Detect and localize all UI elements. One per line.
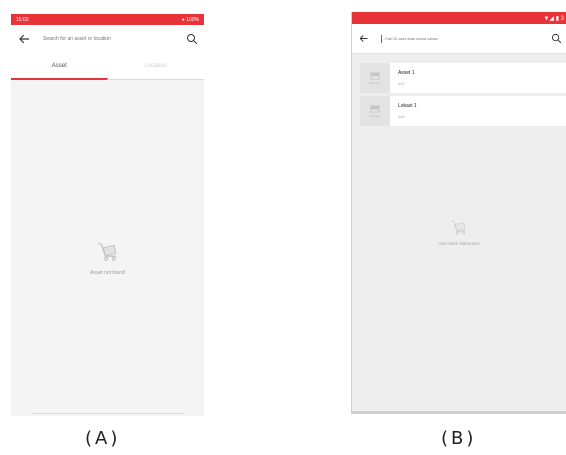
text-cursor: [381, 34, 382, 43]
list-item[interactable]: No Image Lokasi 1 456: [360, 96, 566, 126]
search-icon[interactable]: [186, 33, 198, 45]
thumbnail: No Image: [360, 63, 390, 93]
image-placeholder-icon: [370, 105, 380, 112]
back-arrow-icon[interactable]: [17, 32, 31, 46]
empty-state: Asset not found: [11, 238, 204, 276]
caption-b: (B): [441, 428, 477, 449]
screen-b: ▼◢ ▮ 3 No Image Asset 1 001: [351, 12, 566, 414]
status-time: 15:03: [16, 16, 29, 23]
status-bar: 15:03 ● 100%: [11, 14, 204, 25]
empty-cart-icon: [451, 220, 466, 235]
list-item-code: 001: [398, 81, 405, 86]
tab-location[interactable]: Location: [108, 52, 205, 80]
empty-message: Aset tidak ditemukan: [438, 241, 480, 246]
tab-bar: Asset Location: [11, 52, 204, 80]
list-item-text: Asset 1 001: [398, 70, 415, 86]
list-item-text: Lokasi 1 456: [398, 103, 417, 119]
screen-a: 15:03 ● 100% Asset Location Asset not fo…: [11, 14, 204, 416]
tab-asset[interactable]: Asset: [11, 52, 108, 80]
no-image-label: No Image: [369, 114, 381, 118]
no-image-label: No Image: [369, 81, 381, 85]
caption-a: (A): [85, 428, 121, 449]
empty-state: Aset tidak ditemukan: [352, 217, 566, 246]
image-placeholder-icon: [370, 72, 380, 79]
results-list: No Image Asset 1 001 No Image Lokasi 1 4…: [360, 63, 566, 129]
back-arrow-icon[interactable]: [358, 33, 369, 44]
list-item-code: 456: [398, 114, 405, 119]
bottom-bar: [352, 411, 566, 414]
search-input[interactable]: [385, 36, 551, 41]
results-area: Asset not found: [11, 80, 204, 416]
status-bar: ▼◢ ▮ 3: [352, 12, 566, 24]
status-indicators: ● 100%: [181, 16, 199, 23]
search-bar: [11, 25, 204, 52]
thumbnail: No Image: [360, 96, 390, 126]
list-item-title: Asset 1: [398, 70, 415, 76]
empty-cart-icon: [97, 242, 116, 261]
list-item[interactable]: No Image Asset 1 001: [360, 63, 566, 93]
search-bar: [352, 24, 566, 54]
search-input[interactable]: [43, 35, 186, 42]
status-indicators: ▼◢ ▮ 3: [543, 15, 564, 22]
bottom-divider: [31, 413, 184, 414]
list-item-title: Lokasi 1: [398, 103, 417, 109]
search-icon[interactable]: [551, 33, 562, 44]
empty-message: Asset not found: [90, 270, 125, 276]
